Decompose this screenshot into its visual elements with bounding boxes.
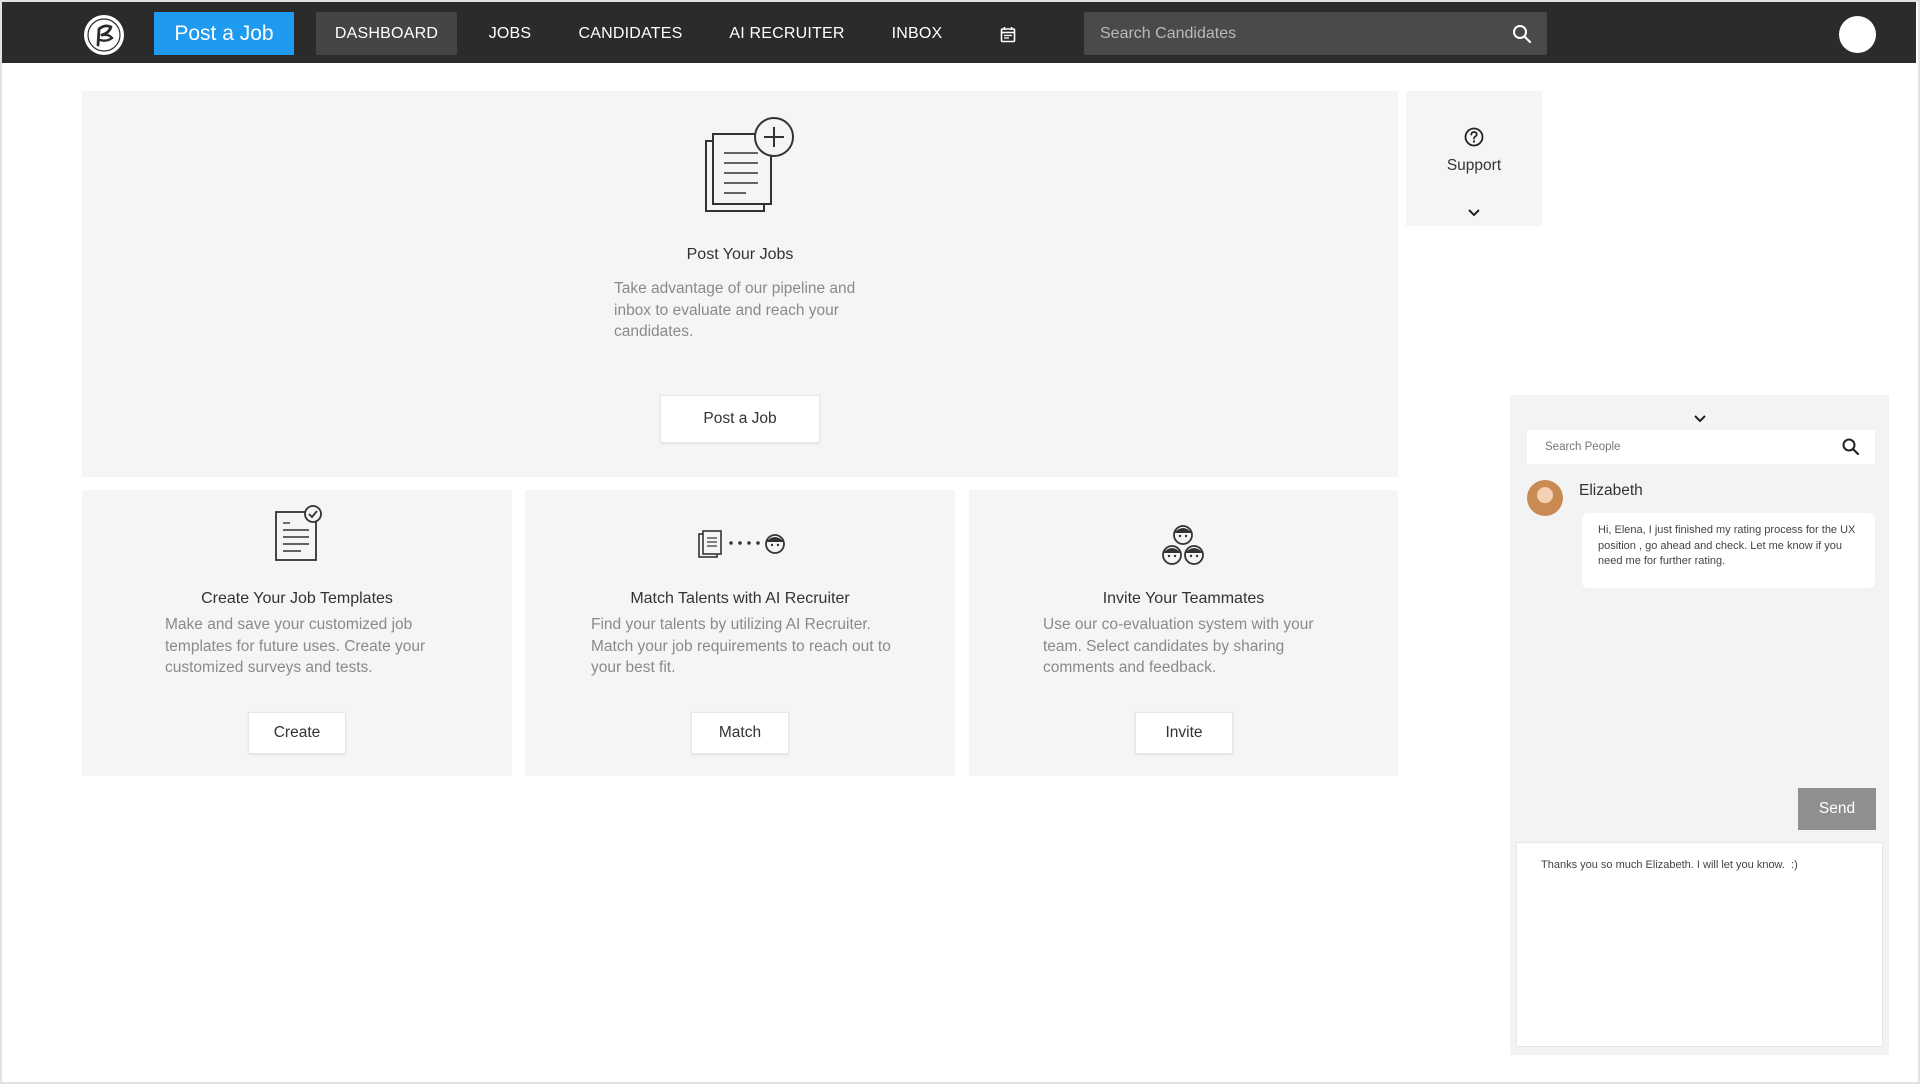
invite-teammates-description: Use our co-evaluation system with your t… [1043,616,1314,676]
people-search-input[interactable] [1527,430,1827,464]
people-search-box [1527,430,1875,464]
nav-inbox[interactable]: INBOX [884,12,950,55]
job-templates-description: Make and save your customized job templa… [165,616,426,676]
ai-recruiter-title: Match Talents with AI Recruiter [630,590,850,607]
nav-ai-recruiter[interactable]: AI RECRUITER [722,12,852,55]
candidate-search-input[interactable] [1084,12,1504,55]
post-job-card-button[interactable]: Post a Job [660,395,820,443]
post-jobs-description: Take advantage of our pipeline and inbox… [614,280,856,340]
support-label: Support [1446,157,1502,174]
help-circle-icon [1464,127,1484,147]
ai-recruiter-description: Find your talents by utilizing AI Recrui… [591,616,891,676]
invite-teammates-title: Invite Your Teammates [1102,590,1265,607]
send-button[interactable]: Send [1798,788,1876,830]
invite-teammates-card: Invite Your Teammates Use our co-evaluat… [969,490,1398,776]
search-icon[interactable] [1511,23,1533,45]
chat-message: Hi, Elena, I just finished my rating pro… [1582,513,1875,588]
chevron-down-icon[interactable] [1466,205,1482,217]
contact-name[interactable]: Elizabeth [1579,482,1643,500]
nav-dashboard[interactable]: DASHBOARD [316,12,457,55]
nav-jobs[interactable]: JOBS [478,12,542,55]
post-jobs-card: Post Your Jobs Take advantage of our pip… [82,91,1398,477]
search-icon[interactable] [1841,437,1861,457]
user-avatar[interactable] [1839,16,1876,53]
candidate-search-box [1084,12,1547,55]
calendar-icon[interactable] [998,24,1018,44]
chevron-down-icon[interactable] [1693,410,1707,423]
support-widget[interactable]: Support [1406,91,1542,226]
match-button[interactable]: Match [691,712,789,754]
nav-candidates[interactable]: CANDIDATES [572,12,689,55]
top-navigation-bar: Post a Job DASHBOARD JOBS CANDIDATES AI … [2,2,1916,63]
ai-recruiter-card: Match Talents with AI Recruiter Find you… [525,490,955,776]
create-button[interactable]: Create [248,712,346,754]
job-templates-title: Create Your Job Templates [201,590,393,607]
chat-panel: Elizabeth Hi, Elena, I just finished my … [1510,395,1889,1055]
team-icon [1158,522,1208,568]
job-templates-card: Create Your Job Templates Make and save … [82,490,512,776]
documents-add-icon [702,117,802,217]
invite-button[interactable]: Invite [1135,712,1233,754]
match-talent-icon [697,526,793,562]
template-check-icon [268,502,324,562]
contact-avatar[interactable] [1527,480,1563,516]
post-job-button[interactable]: Post a Job [154,12,294,55]
logo-icon[interactable] [84,15,124,55]
post-jobs-title: Post Your Jobs [686,246,794,263]
message-compose-input[interactable]: Thanks you so much Elizabeth. I will let… [1516,842,1883,1047]
